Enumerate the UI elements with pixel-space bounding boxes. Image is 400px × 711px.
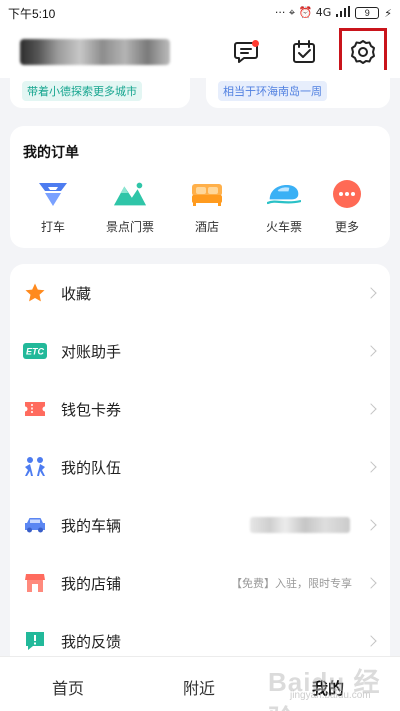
order-label-more: 更多: [334, 220, 359, 234]
tab-home[interactable]: 首页: [52, 675, 84, 699]
chevron-right-icon: [365, 345, 377, 357]
chevron-right-icon: [365, 635, 377, 647]
status-icons: ··· ⌖ ⏰ 4G: [274, 6, 332, 19]
service-menu-card: 收藏 ETC 对账助手 钱包卡券 我的队伍 我的车辆 我的店铺 【免费】入驻，限…: [10, 264, 390, 674]
tab-nearby[interactable]: 附近: [183, 675, 215, 699]
order-item-hotel[interactable]: 酒店: [174, 178, 240, 238]
status-indicators: ··· ⌖ ⏰ 4G 9 ⚡: [275, 6, 392, 20]
orders-title: 我的订单: [23, 145, 79, 161]
chevron-right-icon: [365, 287, 377, 299]
menu-label-vehicle: 我的车辆: [61, 516, 122, 535]
menu-label-wallet: 钱包卡券: [61, 400, 122, 419]
taxi-icon: [36, 178, 70, 210]
order-label-train-ticket: 火车票: [265, 220, 302, 234]
menu-item-team[interactable]: 我的队伍: [10, 438, 390, 496]
notification-badge: [252, 40, 259, 47]
order-item-train-ticket[interactable]: 火车票: [251, 178, 317, 238]
charging-icon: ⚡: [384, 6, 392, 20]
order-item-taxi[interactable]: 打车: [20, 178, 86, 238]
menu-label-favorites: 收藏: [61, 284, 92, 303]
scenic-ticket-icon: [113, 178, 147, 210]
vehicle-plate-blurred: [250, 517, 350, 533]
settings-button[interactable]: [339, 28, 387, 76]
menu-label-team: 我的队伍: [61, 458, 122, 477]
menu-item-shop[interactable]: 我的店铺 【免费】入驻，限时专享: [10, 554, 390, 612]
train-ticket-icon: [267, 178, 301, 210]
etc-icon: ETC: [23, 339, 47, 363]
car-icon: [23, 513, 47, 537]
chevron-right-icon: [365, 519, 377, 531]
menu-item-favorites[interactable]: 收藏: [10, 264, 390, 322]
watermark: Baidu 经验: [268, 667, 381, 711]
ticket-icon: [23, 397, 47, 421]
my-orders-card: 我的订单 打车 景点门票 酒店 火车票 更多: [10, 126, 390, 248]
svg-text:ETC: ETC: [26, 347, 45, 357]
status-time: 下午5:10: [8, 6, 56, 21]
battery-icon: 9: [355, 7, 380, 19]
shop-icon: [23, 571, 47, 595]
hotel-icon: [190, 178, 224, 210]
team-icon: [23, 455, 47, 479]
more-icon: [330, 178, 364, 210]
menu-item-wallet[interactable]: 钱包卡券: [10, 380, 390, 438]
chevron-right-icon: [365, 461, 377, 473]
promo-tag-distance: 相当于环海南岛一周: [218, 81, 327, 101]
promo-card-distance[interactable]: 相当于环海南岛一周: [206, 70, 390, 108]
message-button[interactable]: [228, 34, 264, 70]
signal-icon: [336, 6, 351, 20]
task-check-icon: [293, 40, 315, 63]
chevron-right-icon: [365, 577, 377, 589]
shop-promo-text: 【免费】入驻，限时专享: [231, 577, 352, 590]
user-profile-blurred[interactable]: [20, 39, 170, 65]
chevron-right-icon: [365, 403, 377, 415]
promo-card-explore[interactable]: 带着小德探索更多城市: [10, 70, 190, 108]
menu-item-vehicle[interactable]: 我的车辆: [10, 496, 390, 554]
order-label-hotel: 酒店: [194, 220, 219, 234]
watermark-sub: jingyan.baidu.com: [290, 690, 371, 701]
status-bar: 下午5:10 ··· ⌖ ⏰ 4G 9 ⚡: [0, 0, 400, 26]
battery-level: 9: [364, 8, 370, 18]
promo-tag-explore: 带着小德探索更多城市: [22, 81, 142, 101]
star-icon: [23, 281, 47, 305]
menu-item-reconciliation[interactable]: ETC 对账助手: [10, 322, 390, 380]
order-label-taxi: 打车: [40, 220, 65, 234]
task-button[interactable]: [286, 34, 322, 70]
menu-label-feedback: 我的反馈: [61, 632, 122, 651]
promo-strip: 带着小德探索更多城市 相当于环海南岛一周: [0, 70, 400, 114]
order-item-more[interactable]: 更多: [314, 178, 380, 238]
menu-label-reconciliation: 对账助手: [61, 342, 122, 361]
order-label-scenic-ticket: 景点门票: [105, 220, 154, 234]
menu-label-shop: 我的店铺: [61, 574, 122, 593]
settings-icon: [351, 40, 375, 64]
feedback-icon: [23, 629, 47, 653]
order-item-scenic-ticket[interactable]: 景点门票: [97, 178, 163, 238]
